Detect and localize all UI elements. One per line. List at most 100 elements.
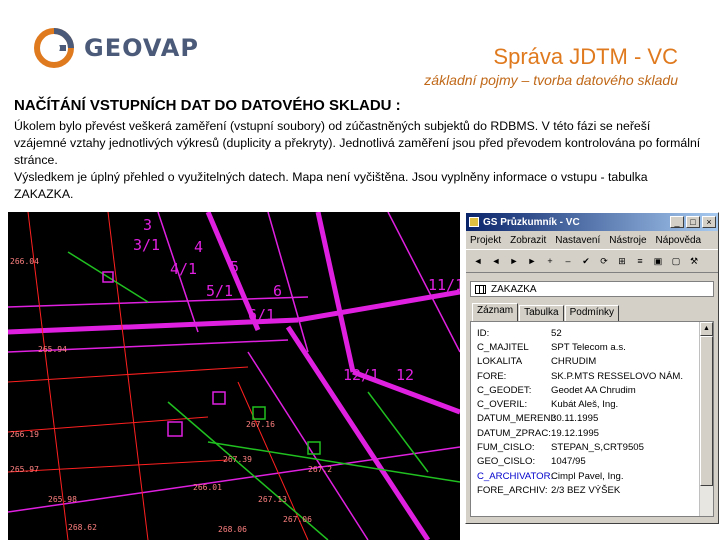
record-row: FORE_ARCHIV: 2/3 BEZ VÝŠEK <box>471 483 713 497</box>
paragraph-2: Výsledkem je úplný přehled o využitelnýc… <box>14 170 648 201</box>
scroll-thumb[interactable] <box>700 336 713 486</box>
record-row: FORE: SK.P.MTS RESSELOVO NÁM. <box>471 369 713 383</box>
window-icon[interactable]: ▢ <box>668 253 684 269</box>
close-button[interactable]: × <box>702 216 716 228</box>
field-key: ID: <box>477 327 490 339</box>
map-label: 267.13 <box>258 495 287 504</box>
menu-nastroje[interactable]: Nástroje <box>609 235 646 246</box>
field-key: C_MAJITEL <box>477 341 529 353</box>
geovap-logo: GEOVAP <box>34 28 199 68</box>
menu-bar: Projekt Zobrazit Nastavení Nástroje Nápo… <box>466 231 718 249</box>
field-value[interactable]: Kubát Aleš, Ing. <box>551 399 618 410</box>
field-value[interactable]: STEPAN_S,CRT9505 <box>551 442 644 453</box>
prev-record-icon[interactable]: ◄ <box>488 253 504 269</box>
table-selector[interactable]: ZAKAZKA <box>470 281 714 297</box>
field-key: FORE_ARCHIV: <box>477 484 548 496</box>
map-line <box>8 459 229 473</box>
map-label: 5 <box>230 258 239 276</box>
map-canvas: 3 3/1 4 4/1 5 5/1 6 6/1 11/1 12 12/1 265… <box>8 212 460 540</box>
field-value[interactable]: Cimpl Pavel, Ing. <box>551 471 624 482</box>
map-label: 4/1 <box>170 260 197 278</box>
map-label: 266.01 <box>193 483 222 492</box>
field-key: GEO_CISLO: <box>477 456 536 468</box>
field-value[interactable]: SK.P.MTS RESSELOVO NÁM. <box>551 371 683 382</box>
record-row: DATUM_ZPRAC: 19.12.1995 <box>471 426 713 440</box>
field-key: C_GEODET: <box>477 384 532 396</box>
field-value[interactable]: 1047/95 <box>551 456 586 467</box>
menu-zobrazit[interactable]: Zobrazit <box>510 235 546 246</box>
tab-podminky[interactable]: Podmínky <box>564 305 620 321</box>
vertical-scrollbar[interactable]: ▲ <box>699 322 713 516</box>
map-line <box>285 325 431 540</box>
tab-bar: Záznam Tabulka Podmínky <box>472 303 714 321</box>
geovap-logo-icon <box>34 28 74 68</box>
app-icon <box>469 217 479 227</box>
map-symbol <box>252 406 266 420</box>
first-record-icon[interactable]: ◄ <box>470 253 486 269</box>
form-icon[interactable]: ▣ <box>650 253 666 269</box>
field-key: C_ARCHIVATOR: <box>477 470 554 482</box>
map-label: 12/1 <box>343 366 379 384</box>
map-line <box>107 212 149 540</box>
delete-record-icon[interactable]: – <box>560 253 576 269</box>
map-line <box>67 251 149 303</box>
record-row: LOKALITA CHRUDIM <box>471 355 713 369</box>
field-key: C_OVERIL: <box>477 399 528 411</box>
refresh-icon[interactable]: ⟳ <box>596 253 612 269</box>
map-label: 4 <box>194 238 203 256</box>
record-row: DATUM_MERENI: 30.11.1995 <box>471 412 713 426</box>
menu-projekt[interactable]: Projekt <box>470 235 501 246</box>
record-row: C_MAJITEL SPT Telecom a.s. <box>471 340 713 354</box>
map-symbol <box>167 421 183 437</box>
map-label: 6/1 <box>248 306 275 324</box>
window-titlebar[interactable]: GS Průzkumník - VC _ □ × <box>466 213 718 231</box>
field-key: FUM_CISLO: <box>477 442 535 454</box>
add-record-icon[interactable]: + <box>542 253 558 269</box>
grid-icon[interactable]: ⊞ <box>614 253 630 269</box>
map-label: 268.62 <box>68 523 97 532</box>
tab-zaznam[interactable]: Záznam <box>472 303 519 321</box>
field-value[interactable]: CHRUDIM <box>551 356 596 367</box>
record-row: FUM_CISLO: STEPAN_S,CRT9505 <box>471 440 713 454</box>
field-value[interactable]: Geodet AA Chrudim <box>551 385 636 396</box>
record-row: ID: 52 <box>471 326 713 340</box>
record-row: GEO_CISLO: 1047/95 <box>471 455 713 469</box>
field-key: DATUM_MERENI: <box>477 413 556 425</box>
map-line <box>315 212 356 373</box>
last-record-icon[interactable]: ► <box>524 253 540 269</box>
map-label: 12 <box>396 366 414 384</box>
toolbar: ◄ ◄ ► ► + – ✔ ⟳ ⊞ ≡ ▣ ▢ ⚒ <box>466 249 718 273</box>
field-value[interactable]: 30.11.1995 <box>551 413 598 424</box>
gs-explorer-window: GS Průzkumník - VC _ □ × Projekt Zobrazi… <box>465 212 719 524</box>
field-key: FORE: <box>477 370 507 382</box>
tools-icon[interactable]: ⚒ <box>686 253 702 269</box>
map-view[interactable]: 3 3/1 4 4/1 5 5/1 6 6/1 11/1 12 12/1 265… <box>8 212 460 540</box>
minimize-button[interactable]: _ <box>670 216 684 228</box>
tab-tabulka[interactable]: Tabulka <box>519 305 564 321</box>
page-title: Správa JDTM - VC <box>493 44 678 69</box>
scroll-up-icon[interactable]: ▲ <box>700 322 713 336</box>
map-symbol <box>212 391 226 405</box>
field-value[interactable]: SPT Telecom a.s. <box>551 342 626 353</box>
map-label: 3/1 <box>133 236 160 254</box>
map-label: 11/1 <box>428 276 460 294</box>
confirm-icon[interactable]: ✔ <box>578 253 594 269</box>
map-label: 267.16 <box>246 420 275 429</box>
next-record-icon[interactable]: ► <box>506 253 522 269</box>
map-label: 265.94 <box>38 345 67 354</box>
menu-napoveda[interactable]: Nápověda <box>656 235 702 246</box>
record-row: C_OVERIL: Kubát Aleš, Ing. <box>471 397 713 411</box>
map-label: 267.2 <box>308 465 332 474</box>
menu-nastaveni[interactable]: Nastavení <box>555 235 600 246</box>
map-label: 266.19 <box>10 430 39 439</box>
map-label: 266.04 <box>10 257 39 266</box>
map-label: 267.39 <box>223 455 252 464</box>
list-icon[interactable]: ≡ <box>632 253 648 269</box>
field-value[interactable]: 19.12.1995 <box>551 428 599 439</box>
field-value[interactable]: 52 <box>551 328 562 339</box>
maximize-button[interactable]: □ <box>686 216 700 228</box>
field-value[interactable]: 2/3 BEZ VÝŠEK <box>551 485 620 496</box>
table-icon <box>475 284 486 294</box>
description: Úkolem bylo převést veškerá zaměření (vs… <box>14 118 706 203</box>
map-label: 5/1 <box>206 282 233 300</box>
